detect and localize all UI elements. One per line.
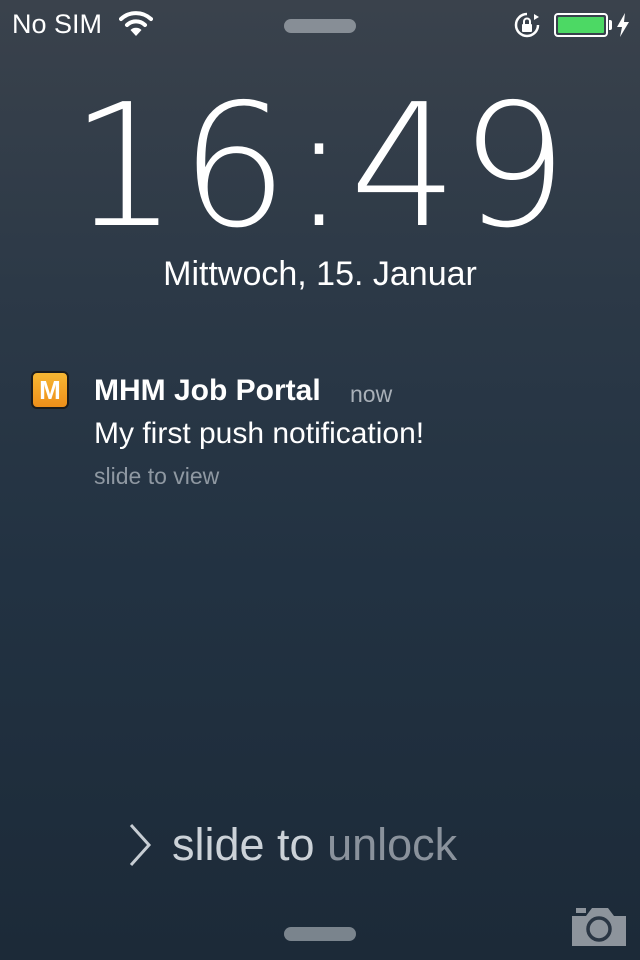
unlock-label-bright: slide to <box>172 819 328 870</box>
app-icon: M <box>31 371 69 409</box>
battery-level <box>558 17 604 33</box>
status-bar: No SIM <box>0 0 640 48</box>
unlock-label-dim: unlock <box>327 819 458 870</box>
wifi-icon <box>119 11 153 36</box>
notification-message: My first push notification! <box>94 417 425 450</box>
battery-icon <box>554 13 608 37</box>
notification-action-hint: slide to view <box>94 463 220 489</box>
camera-icon[interactable] <box>572 904 626 946</box>
chevron-right-icon <box>129 823 152 867</box>
notification-app-name: MHM Job Portal <box>94 374 321 407</box>
lock-screen-time: 16:49 <box>70 68 570 266</box>
battery-tip <box>609 20 612 30</box>
carrier-label: No SIM <box>12 9 103 39</box>
slide-to-unlock[interactable]: slide to unlock <box>172 820 457 870</box>
rotation-lock-icon <box>514 12 540 38</box>
control-center-grabber[interactable] <box>284 927 356 941</box>
charging-bolt-icon <box>617 13 629 37</box>
notification-center-grabber[interactable] <box>284 19 356 33</box>
notification-time: now <box>350 381 393 407</box>
lock-screen-date: Mittwoch, 15. Januar <box>163 255 477 293</box>
